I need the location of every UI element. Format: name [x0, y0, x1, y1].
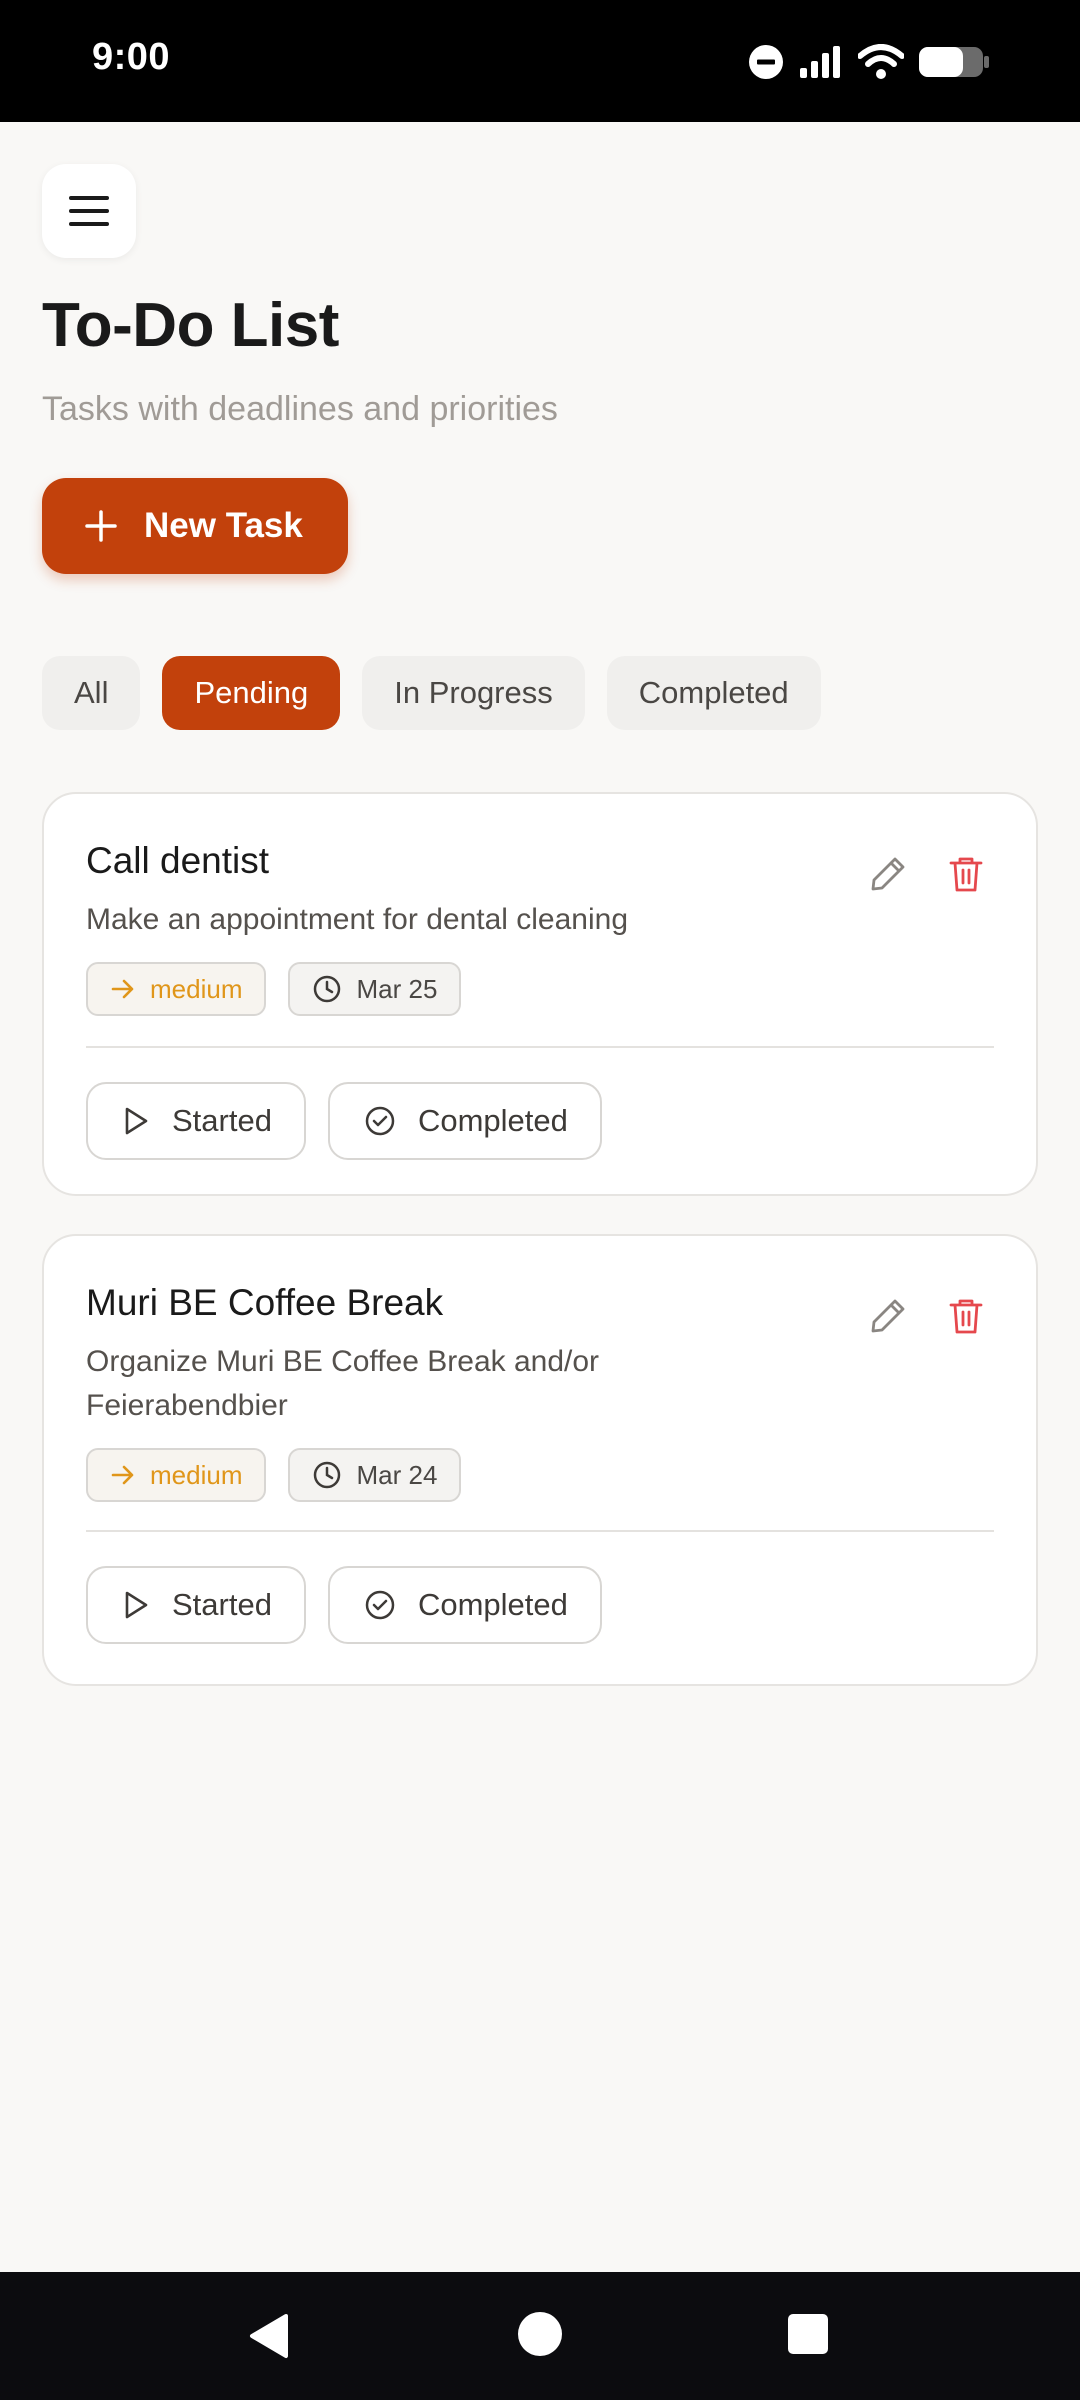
arrow-right-icon — [111, 1465, 134, 1485]
due-date-badge: Mar 24 — [288, 1448, 462, 1502]
filter-completed[interactable]: Completed — [606, 656, 821, 730]
task-card: Call dentist Make an appointment for den… — [42, 792, 1038, 1196]
clock-icon — [314, 975, 341, 1003]
do-not-disturb-icon — [749, 45, 783, 79]
started-label: Started — [172, 1587, 272, 1622]
pencil-icon — [871, 1299, 905, 1333]
task-description: Make an appointment for dental cleaning — [86, 903, 629, 936]
card-divider — [86, 1046, 994, 1048]
clock-icon — [314, 1461, 341, 1489]
mark-completed-button[interactable]: Completed — [327, 1082, 602, 1160]
new-task-button[interactable]: New Task — [42, 478, 348, 574]
mark-completed-button[interactable]: Completed — [327, 1566, 602, 1644]
mark-started-button[interactable]: Started — [86, 1566, 306, 1644]
arrow-right-icon — [111, 979, 134, 999]
task-actions: Started Completed — [86, 1082, 602, 1160]
started-label: Started — [172, 1103, 272, 1138]
status-time: 9:00 — [92, 36, 171, 78]
recents-square-icon — [788, 2314, 828, 2354]
filter-label: Pending — [194, 675, 309, 710]
mark-started-button[interactable]: Started — [86, 1082, 306, 1160]
task-tags: medium Mar 24 — [86, 1448, 462, 1502]
menu-button[interactable] — [42, 164, 136, 258]
recents-button[interactable] — [786, 2312, 830, 2361]
filter-label: All — [74, 675, 109, 710]
signal-icon — [800, 46, 840, 78]
play-icon — [125, 1107, 148, 1135]
due-date-badge: Mar 25 — [288, 962, 462, 1016]
home-button[interactable] — [516, 2310, 564, 2363]
back-triangle-icon — [250, 2314, 288, 2358]
priority-label: medium — [150, 1459, 243, 1490]
due-date-label: Mar 24 — [356, 1459, 438, 1490]
filter-label: In Progress — [394, 675, 553, 710]
status-icons — [748, 38, 990, 86]
priority-badge: medium — [86, 962, 267, 1016]
check-circle-icon — [365, 1106, 395, 1136]
due-date-label: Mar 25 — [356, 973, 438, 1004]
task-tags: medium Mar 25 — [86, 962, 462, 1016]
filter-pending[interactable]: Pending — [162, 656, 341, 730]
task-title: Muri BE Coffee Break — [86, 1282, 444, 1323]
priority-label: medium — [150, 973, 243, 1004]
status-bar: 9:00 — [0, 0, 1080, 122]
task-card: Muri BE Coffee Break Organize Muri BE Co… — [42, 1234, 1038, 1686]
delete-task-button[interactable] — [938, 1288, 994, 1344]
play-icon — [125, 1591, 148, 1619]
completed-label: Completed — [417, 1103, 568, 1138]
new-task-label: New Task — [144, 506, 303, 545]
edit-task-button[interactable] — [860, 846, 916, 902]
menu-icon — [69, 196, 109, 226]
plus-icon — [85, 510, 117, 542]
filter-in-progress[interactable]: In Progress — [362, 656, 585, 730]
completed-label: Completed — [417, 1587, 568, 1622]
task-actions: Started Completed — [86, 1566, 602, 1644]
page-title: To-Do List — [42, 291, 339, 360]
home-circle-icon — [518, 2312, 562, 2356]
app-screen: To-Do List Tasks with deadlines and prio… — [0, 122, 1080, 2272]
back-button[interactable] — [246, 2312, 292, 2365]
delete-task-button[interactable] — [938, 846, 994, 902]
system-nav-bar — [0, 2272, 1080, 2400]
filter-tabs: All Pending In Progress Completed — [42, 656, 821, 730]
wifi-icon — [858, 44, 904, 79]
filter-all[interactable]: All — [42, 656, 141, 730]
page-subtitle: Tasks with deadlines and priorities — [42, 390, 558, 428]
task-title: Call dentist — [86, 840, 270, 881]
pencil-icon — [871, 857, 905, 891]
filter-label: Completed — [638, 675, 789, 710]
check-circle-icon — [365, 1590, 395, 1620]
battery-icon — [919, 47, 989, 77]
task-description: Organize Muri BE Coffee Break and/or Fei… — [86, 1345, 600, 1422]
trash-icon — [949, 1299, 983, 1334]
card-divider — [86, 1530, 994, 1532]
priority-badge: medium — [86, 1448, 267, 1502]
edit-task-button[interactable] — [860, 1288, 916, 1344]
trash-icon — [949, 857, 983, 892]
